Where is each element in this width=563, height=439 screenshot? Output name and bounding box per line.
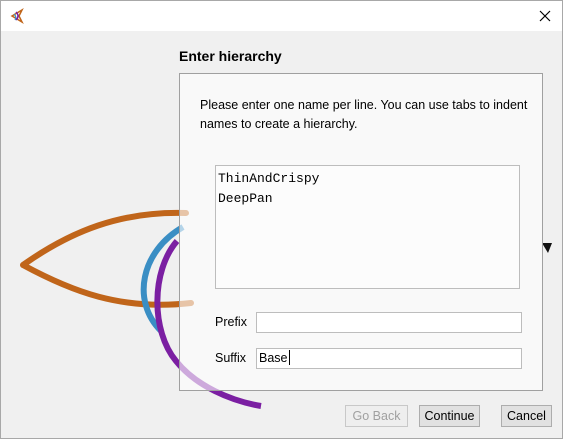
instructions-text: Please enter one name per line. You can … [200,98,528,131]
prefix-input[interactable] [256,312,522,333]
cancel-button[interactable]: Cancel [501,405,552,427]
suffix-input[interactable]: Base [256,348,522,369]
continue-button[interactable]: Continue [419,405,480,427]
prefix-label: Prefix [215,315,247,329]
names-textarea[interactable]: ThinAndCrispy DeepPan [215,165,520,289]
text-caret [288,350,290,365]
dialog-window: Enter hierarchy Please enter one name pe… [0,0,563,439]
hierarchy-panel: Please enter one name per line. You can … [179,73,543,391]
app-logo-icon [10,8,24,24]
suffix-label: Suffix [215,351,247,365]
close-button[interactable] [528,1,562,31]
close-icon [539,10,551,22]
dialog-heading: Enter hierarchy [179,48,282,64]
suffix-value: Base [259,351,288,365]
title-bar[interactable] [1,1,562,31]
go-back-button[interactable]: Go Back [345,405,408,427]
